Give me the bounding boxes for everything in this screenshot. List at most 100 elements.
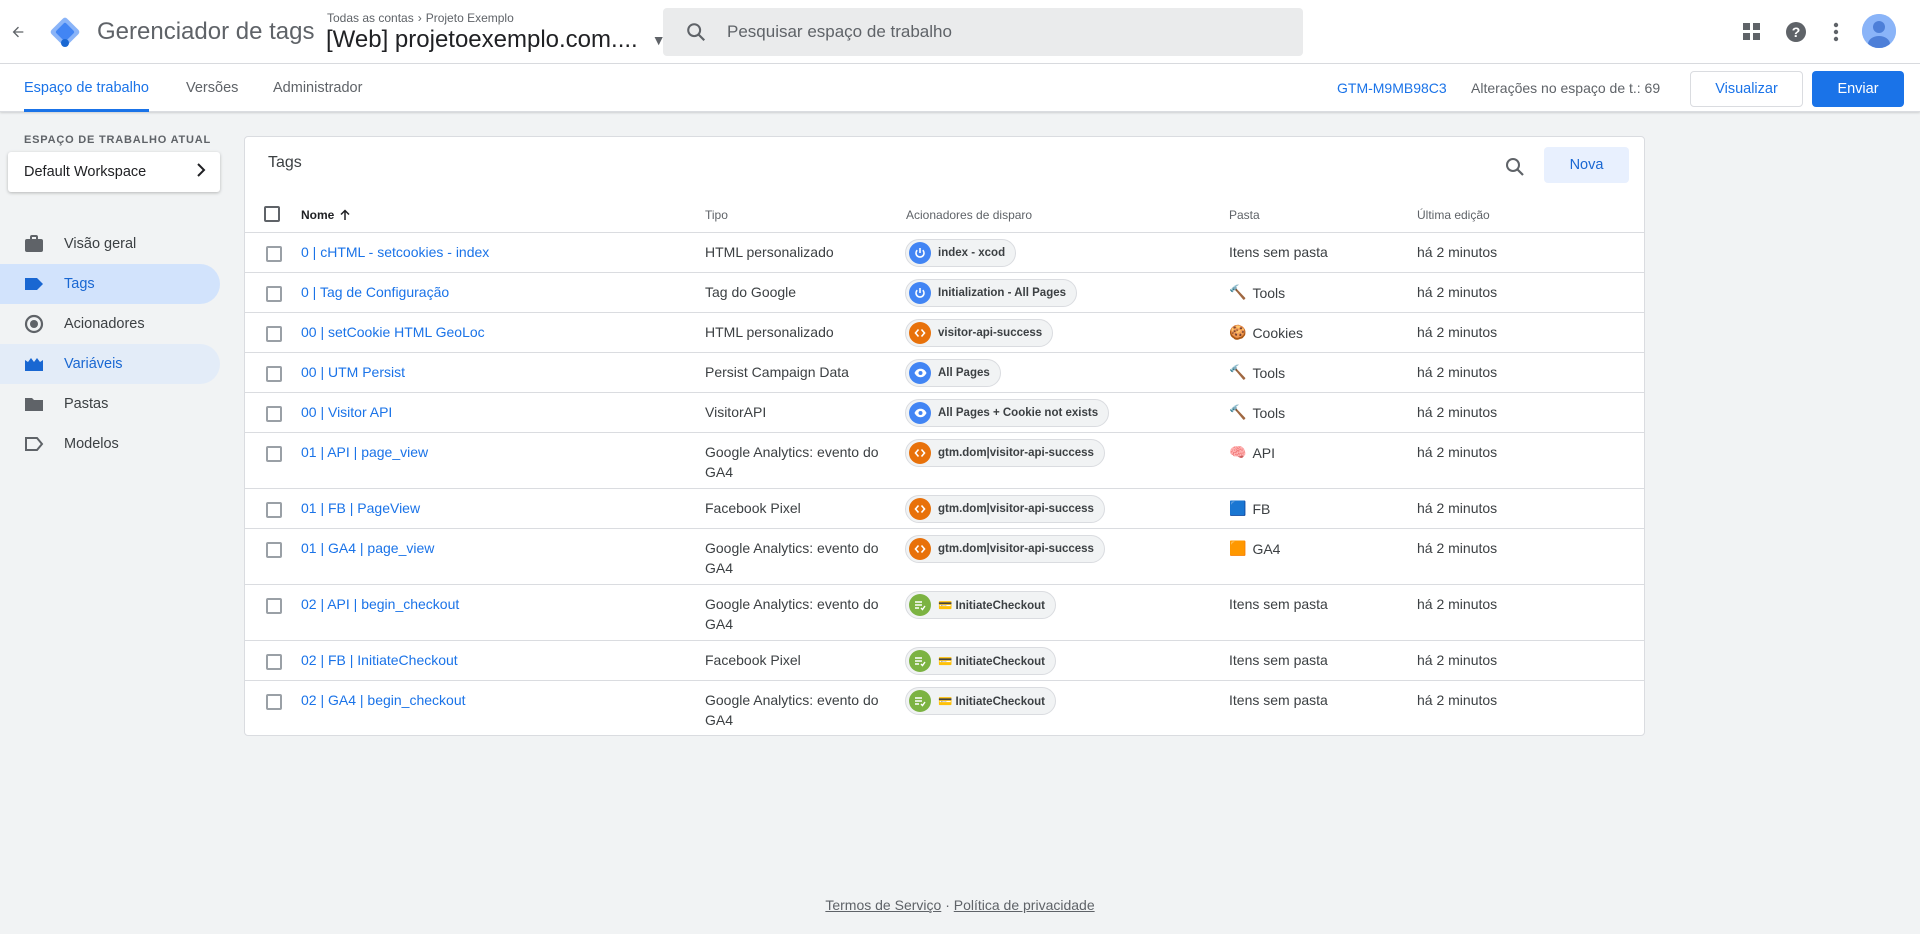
trigger-chip[interactable]: 💳 InitiateCheckout	[905, 591, 1056, 619]
trigger-chip[interactable]: index - xcod	[905, 239, 1017, 267]
breadcrumb-accounts[interactable]: Todas as contas	[327, 11, 414, 25]
breadcrumb: Todas as contas › Projeto Exemplo	[327, 11, 514, 25]
help-icon[interactable]: ?	[1784, 20, 1808, 44]
row-checkbox[interactable]	[266, 406, 282, 422]
table-row[interactable]: 02 | FB | InitiateCheckout Facebook Pixel…	[245, 641, 1644, 681]
workspace-search[interactable]	[663, 8, 1303, 56]
sidebar-item-templates[interactable]: Modelos	[0, 424, 220, 464]
trigger-type-icon	[909, 650, 931, 672]
tag-name-link[interactable]: 01 | GA4 | page_view	[301, 540, 434, 556]
last-edited: há 2 minutos	[1417, 692, 1498, 708]
tag-folder: Itens sem pasta	[1229, 692, 1328, 708]
search-input[interactable]	[727, 22, 1227, 42]
tag-name-link[interactable]: 00 | Visitor API	[301, 404, 392, 420]
tag-type: HTML personalizado	[705, 244, 834, 260]
new-tag-button[interactable]: Nova	[1544, 147, 1629, 183]
apps-grid-icon[interactable]	[1740, 20, 1764, 44]
preview-button[interactable]: Visualizar	[1690, 71, 1803, 107]
column-header-type[interactable]: Tipo	[705, 208, 728, 222]
row-checkbox[interactable]	[266, 694, 282, 710]
folder-emoji-icon: 🍪	[1229, 324, 1247, 340]
row-checkbox[interactable]	[266, 598, 282, 614]
row-checkbox[interactable]	[266, 326, 282, 342]
breadcrumb-account[interactable]: Projeto Exemplo	[426, 11, 514, 25]
column-header-name[interactable]: Nome	[301, 208, 351, 222]
row-checkbox[interactable]	[266, 654, 282, 670]
app-title: Gerenciador de tags	[97, 18, 315, 45]
last-edited: há 2 minutos	[1417, 284, 1498, 300]
row-checkbox[interactable]	[266, 246, 282, 262]
row-checkbox[interactable]	[266, 446, 282, 462]
trigger-chip[interactable]: Initialization - All Pages	[905, 279, 1078, 307]
table-row[interactable]: 00 | UTM Persist Persist Campaign Data All…	[245, 353, 1644, 393]
tag-folder: 🟧 GA4	[1229, 540, 1280, 557]
column-header-triggers[interactable]: Acionadores de disparo	[906, 208, 1032, 222]
tab-workspace[interactable]: Espaço de trabalho	[24, 64, 149, 112]
submit-button[interactable]: Enviar	[1812, 71, 1904, 107]
account-avatar[interactable]	[1862, 14, 1896, 48]
table-row[interactable]: 02 | GA4 | begin_checkout Google Analytic…	[245, 681, 1644, 737]
tag-name-link[interactable]: 00 | UTM Persist	[301, 364, 405, 380]
column-header-last-edited[interactable]: Última edição	[1417, 208, 1490, 222]
table-row[interactable]: 00 | Visitor API VisitorAPI All Pages + Co…	[245, 393, 1644, 433]
sidebar-item-tags[interactable]: Tags	[0, 264, 220, 304]
tags-table-body: 0 | cHTML - setcookies - index HTML perso…	[245, 233, 1644, 737]
sidebar-item-folders[interactable]: Pastas	[0, 384, 220, 424]
card-title: Tags	[268, 154, 302, 171]
table-row[interactable]: 01 | GA4 | page_view Google Analytics: ev…	[245, 529, 1644, 585]
tag-name-link[interactable]: 02 | API | begin_checkout	[301, 596, 459, 612]
sidebar-item-triggers[interactable]: Acionadores	[0, 304, 220, 344]
current-workspace-heading: ESPAÇO DE TRABALHO ATUAL	[24, 134, 212, 146]
privacy-link[interactable]: Política de privacidade	[954, 897, 1095, 913]
table-row[interactable]: 02 | API | begin_checkout Google Analytic…	[245, 585, 1644, 641]
sidebar-item-overview[interactable]: Visão geral	[0, 224, 220, 264]
row-checkbox[interactable]	[266, 542, 282, 558]
table-row[interactable]: 01 | API | page_view Google Analytics: ev…	[245, 433, 1644, 489]
table-row[interactable]: 00 | setCookie HTML GeoLoc HTML personali…	[245, 313, 1644, 353]
search-icon[interactable]	[1503, 155, 1527, 179]
folder-name: Itens sem pasta	[1229, 652, 1328, 668]
tag-name-link[interactable]: 02 | GA4 | begin_checkout	[301, 692, 466, 708]
tag-name-link[interactable]: 0 | cHTML - setcookies - index	[301, 244, 489, 260]
tab-admin[interactable]: Administrador	[273, 64, 362, 112]
table-row[interactable]: 01 | FB | PageView Facebook Pixel gtm.dom|…	[245, 489, 1644, 529]
table-row[interactable]: 0 | Tag de Configuração Tag do Google Init…	[245, 273, 1644, 313]
folder-emoji-icon: 🧠	[1229, 444, 1247, 460]
tag-name-link[interactable]: 02 | FB | InitiateCheckout	[301, 652, 458, 668]
trigger-chip[interactable]: gtm.dom|visitor-api-success	[905, 535, 1105, 563]
back-arrow-icon[interactable]	[6, 20, 30, 44]
tag-name-link[interactable]: 00 | setCookie HTML GeoLoc	[301, 324, 485, 340]
tag-name-link[interactable]: 01 | FB | PageView	[301, 500, 420, 516]
folder-name: API	[1252, 444, 1276, 461]
tag-name-link[interactable]: 0 | Tag de Configuração	[301, 284, 449, 300]
trigger-type-icon	[909, 594, 931, 616]
trigger-chip[interactable]: 💳 InitiateCheckout	[905, 647, 1056, 675]
trigger-chip[interactable]: gtm.dom|visitor-api-success	[905, 495, 1105, 523]
last-edited: há 2 minutos	[1417, 244, 1498, 260]
select-all-checkbox[interactable]	[264, 206, 280, 222]
column-header-folder[interactable]: Pasta	[1229, 208, 1260, 222]
trigger-name: 💳 InitiateCheckout	[938, 696, 1045, 708]
trigger-type-icon	[909, 362, 931, 384]
terms-link[interactable]: Termos de Serviço	[825, 897, 941, 913]
workspace-selector[interactable]: Default Workspace	[8, 152, 220, 192]
tab-versions[interactable]: Versões	[186, 64, 238, 112]
trigger-chip[interactable]: All Pages	[905, 359, 1001, 387]
row-checkbox[interactable]	[266, 502, 282, 518]
table-row[interactable]: 0 | cHTML - setcookies - index HTML perso…	[245, 233, 1644, 273]
trigger-name: 💳 InitiateCheckout	[938, 656, 1045, 668]
container-id-link[interactable]: GTM-M9MB98C3	[1337, 80, 1447, 96]
trigger-chip[interactable]: All Pages + Cookie not exists	[905, 399, 1110, 427]
trigger-type-icon	[909, 282, 931, 304]
sidebar-item-variables[interactable]: Variáveis	[0, 344, 220, 384]
row-checkbox[interactable]	[266, 286, 282, 302]
container-selector[interactable]: [Web] projetoexemplo.com.... ▼	[326, 26, 666, 54]
row-checkbox[interactable]	[266, 366, 282, 382]
tag-name-link[interactable]: 01 | API | page_view	[301, 444, 428, 460]
more-vert-icon[interactable]	[1824, 20, 1848, 44]
trigger-chip[interactable]: visitor-api-success	[905, 319, 1054, 347]
trigger-chip[interactable]: 💳 InitiateCheckout	[905, 687, 1056, 715]
trigger-chip[interactable]: gtm.dom|visitor-api-success	[905, 439, 1105, 467]
last-edited: há 2 minutos	[1417, 540, 1498, 556]
tag-manager-logo[interactable]	[47, 14, 83, 50]
